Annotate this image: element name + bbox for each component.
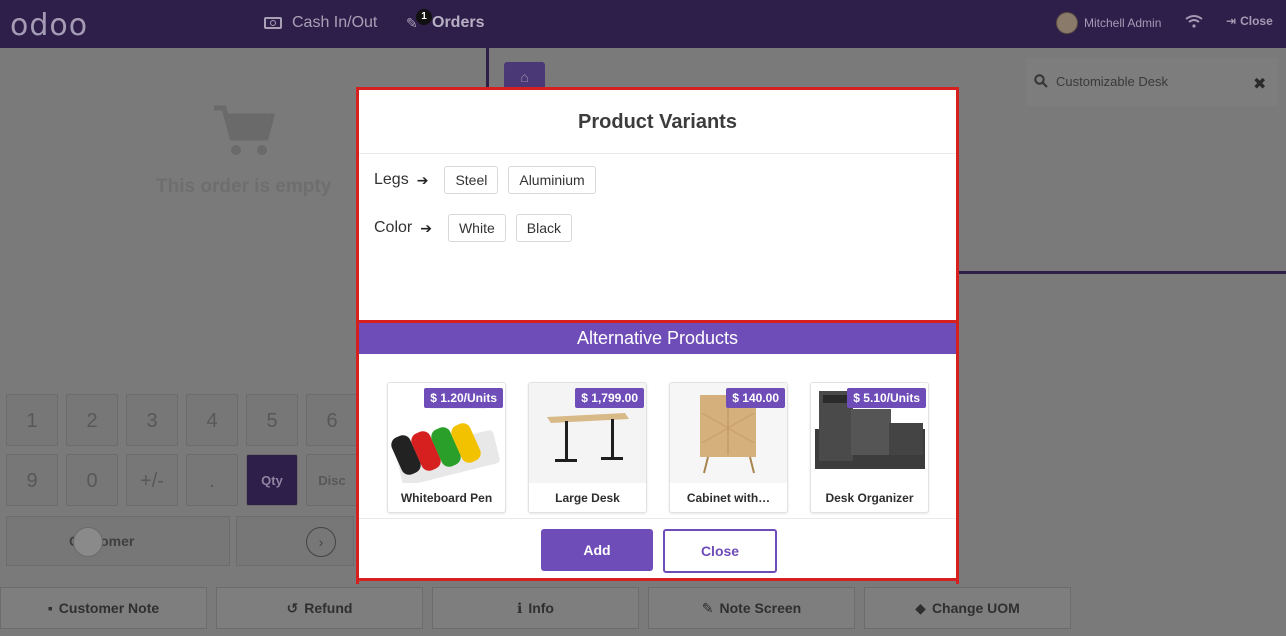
product-name: Cabinet with… — [686, 491, 771, 505]
search-bar[interactable] — [1026, 58, 1278, 106]
info-button[interactable]: ℹ Info — [432, 587, 639, 629]
price-tag: $ 1,799.00 — [575, 388, 644, 408]
product-name: Desk Organizer — [825, 491, 914, 505]
user-name: Mitchell Admin — [1084, 16, 1162, 30]
variant-option[interactable]: Steel — [444, 166, 499, 194]
numpad-key[interactable]: 0 — [66, 454, 118, 506]
change-uom-label: Change UOM — [931, 600, 1020, 616]
cash-in-out-label: Cash In/Out — [292, 14, 378, 31]
numpad-key[interactable]: 6 — [306, 394, 358, 446]
close-session-label: Close — [1240, 14, 1273, 28]
orders-count-badge: 1 — [416, 9, 432, 25]
cash-in-out-button[interactable]: Cash In/Out — [264, 14, 377, 32]
cash-icon — [264, 17, 282, 29]
price-tag: $ 1.20/Units — [424, 388, 503, 408]
empty-order-text: This order is empty — [156, 176, 332, 197]
add-button[interactable]: Add — [541, 529, 653, 571]
note-icon: ▪ — [47, 600, 53, 616]
product-card-whiteboard-pen[interactable]: $ 1.20/Units Whiteboard Pen — [387, 382, 506, 513]
customer-note-button[interactable]: ▪ Customer Note — [0, 587, 207, 629]
attribute-row-color: Color ➔ White Black — [374, 214, 582, 242]
customer-button[interactable]: Customer — [6, 516, 230, 566]
close-session-button[interactable]: ⇥ Close — [1226, 14, 1273, 28]
numpad-key[interactable]: +/- — [126, 454, 178, 506]
top-navbar: odoo Cash In/Out ✎ Orders 1 Mitchell Adm… — [0, 0, 1286, 48]
numpad-key[interactable]: 9 — [6, 454, 58, 506]
wifi-icon — [1185, 14, 1203, 31]
numpad-key[interactable]: 4 — [186, 394, 238, 446]
home-icon: ⌂ — [520, 69, 529, 85]
numpad-key[interactable]: . — [186, 454, 238, 506]
attribute-label: Legs — [374, 171, 409, 188]
search-input[interactable] — [1056, 74, 1246, 89]
variant-option[interactable]: White — [447, 214, 506, 242]
price-tag: $ 140.00 — [726, 388, 785, 408]
numpad-key[interactable]: 1 — [6, 394, 58, 446]
qty-mode-button[interactable]: Qty — [246, 454, 298, 506]
product-name: Large Desk — [555, 491, 620, 505]
payment-button[interactable] — [236, 516, 354, 566]
orders-label: Orders — [432, 14, 485, 31]
modal-footer: Add Close — [359, 518, 956, 578]
search-icon — [1034, 74, 1048, 91]
shopping-cart-icon — [212, 104, 276, 156]
user-menu[interactable]: Mitchell Admin — [1056, 12, 1161, 34]
discount-mode-button[interactable]: Disc — [306, 454, 358, 506]
edit-icon: ✎ — [701, 599, 714, 616]
product-card-cabinet[interactable]: $ 140.00 Cabinet with… — [669, 382, 788, 513]
refund-label: Refund — [304, 600, 353, 616]
numpad-key[interactable]: 3 — [126, 394, 178, 446]
modal-title: Product Variants — [359, 90, 956, 154]
variant-option[interactable]: Aluminium — [508, 166, 596, 194]
refund-button[interactable]: ↺ Refund — [216, 587, 423, 629]
alternative-products-header: Alternative Products — [359, 323, 956, 354]
numpad-key[interactable]: 2 — [66, 394, 118, 446]
product-name: Whiteboard Pen — [400, 491, 493, 505]
undo-icon: ↺ — [286, 599, 299, 616]
odoo-logo: odoo — [10, 8, 89, 43]
chevron-right-icon: › — [306, 527, 336, 557]
close-button[interactable]: Close — [663, 529, 777, 573]
attribute-label: Color — [374, 219, 413, 236]
numpad-key[interactable]: 5 — [246, 394, 298, 446]
variant-option[interactable]: Black — [515, 214, 572, 242]
clear-search-icon[interactable]: ✖ — [1253, 74, 1266, 94]
price-tag: $ 5.10/Units — [847, 388, 926, 408]
product-card-large-desk[interactable]: $ 1,799.00 Large Desk — [528, 382, 647, 513]
person-icon — [73, 527, 103, 557]
product-card-desk-organizer[interactable]: $ 5.10/Units Desk Organizer — [810, 382, 929, 513]
info-icon: ℹ — [517, 599, 523, 616]
note-screen-label: Note Screen — [719, 600, 802, 616]
note-screen-button[interactable]: ✎ Note Screen — [648, 587, 855, 629]
customer-note-label: Customer Note — [58, 600, 160, 616]
change-uom-button[interactable]: ◆ Change UOM — [864, 587, 1071, 629]
arrow-right-icon: ➔ — [420, 219, 432, 236]
info-label: Info — [528, 600, 554, 616]
avatar — [1056, 12, 1078, 34]
tag-icon: ◆ — [915, 599, 926, 616]
arrow-right-icon: ➔ — [416, 171, 429, 188]
product-configurator-modal: Product Variants Legs ➔ Steel Aluminium … — [356, 87, 959, 584]
sign-out-icon: ⇥ — [1226, 14, 1237, 28]
attribute-row-legs: Legs ➔ Steel Aluminium — [374, 166, 606, 194]
